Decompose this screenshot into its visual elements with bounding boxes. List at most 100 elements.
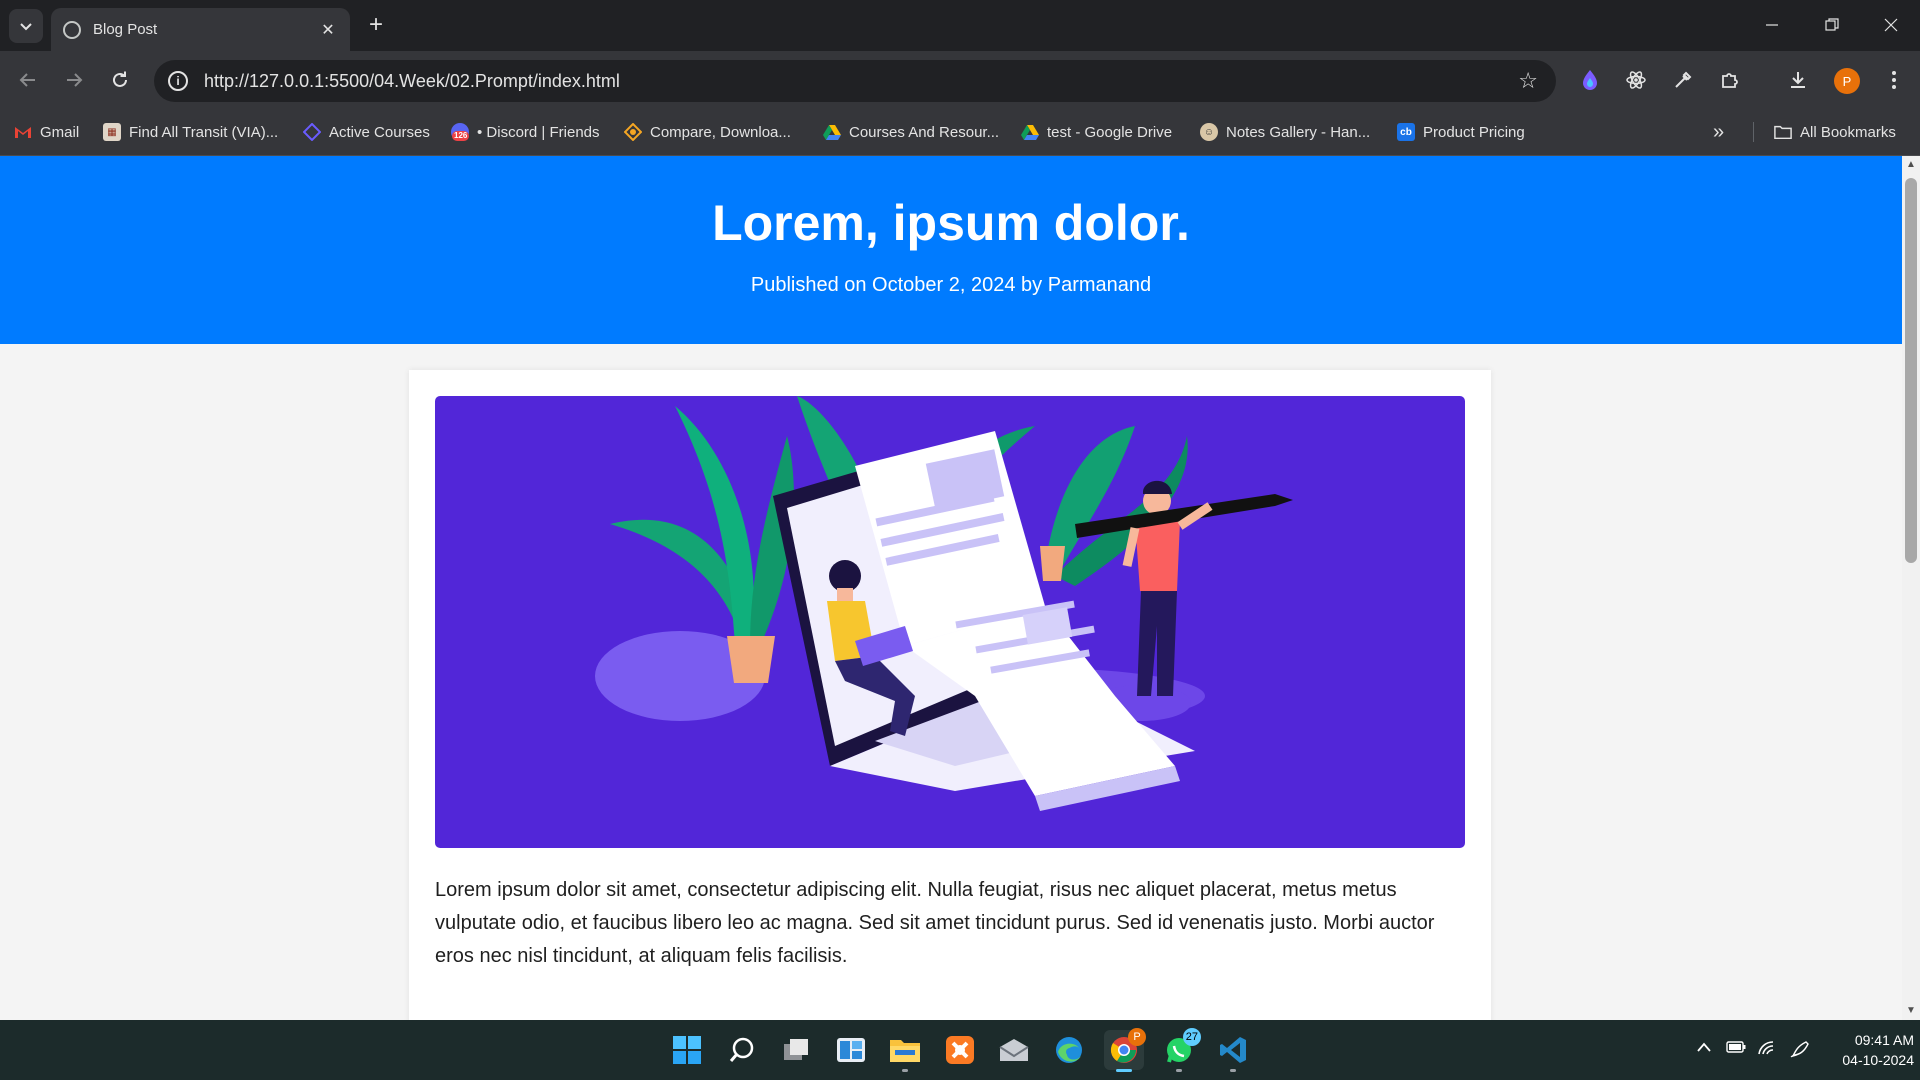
bookmark-courses-resources[interactable]: Courses And Resour... <box>823 119 999 145</box>
all-bookmarks-button[interactable]: All Bookmarks <box>1774 119 1896 145</box>
bookmark-label: Product Pricing <box>1423 123 1525 141</box>
page-scrollbar[interactable]: ▲ ▼ <box>1902 156 1920 1020</box>
site-info-icon[interactable]: i <box>168 71 188 91</box>
page-header: Lorem, ipsum dolor. Published on October… <box>0 156 1902 344</box>
chevron-down-icon <box>20 23 32 31</box>
mail-icon[interactable] <box>994 1030 1034 1070</box>
browser-menu-icon[interactable] <box>1878 64 1910 96</box>
back-button[interactable] <box>11 63 45 97</box>
globe-icon <box>63 20 81 39</box>
download-icon[interactable] <box>1782 64 1814 96</box>
restore-button[interactable] <box>1809 9 1855 41</box>
bookmark-label: Active Courses <box>329 123 430 141</box>
running-indicator <box>1230 1069 1236 1072</box>
clock-date: 04-10-2024 <box>1842 1052 1914 1068</box>
xampp-icon[interactable] <box>940 1030 980 1070</box>
eyedropper-icon[interactable] <box>1667 64 1699 96</box>
react-devtools-icon[interactable] <box>1620 64 1652 96</box>
compare-icon <box>624 123 642 141</box>
chrome-profile-badge: P <box>1128 1028 1146 1046</box>
file-explorer-icon[interactable] <box>885 1030 925 1072</box>
bookmark-gmail[interactable]: Gmail <box>14 119 79 145</box>
battery-icon[interactable] <box>1726 1040 1746 1058</box>
bookmark-label: Notes Gallery - Han... <box>1226 123 1371 141</box>
profile-avatar[interactable]: P <box>1834 68 1860 94</box>
close-window-button[interactable] <box>1868 9 1914 41</box>
running-indicator <box>902 1069 908 1072</box>
transit-icon: ▦ <box>103 123 121 141</box>
active-indicator <box>1116 1069 1132 1072</box>
chrome-browser-icon[interactable]: P <box>1104 1028 1146 1072</box>
tab-blog-post[interactable]: Blog Post ✕ <box>51 8 350 51</box>
pen-icon[interactable] <box>1790 1040 1810 1063</box>
discord-icon: 126 <box>451 123 470 141</box>
system-clock[interactable]: 09:41 AM 04-10-2024 <box>1818 1030 1914 1070</box>
running-indicator <box>1176 1069 1182 1072</box>
scrollbar-thumb[interactable] <box>1905 178 1917 563</box>
whatsapp-unread-badge: 27 <box>1182 1028 1201 1046</box>
reload-button[interactable] <box>103 63 137 97</box>
bookmark-product-pricing[interactable]: cb Product Pricing <box>1397 119 1525 145</box>
tray-overflow-icon[interactable] <box>1696 1040 1712 1058</box>
reload-icon <box>113 71 127 87</box>
url-text[interactable]: http://127.0.0.1:5500/04.Week/02.Prompt/… <box>204 71 1518 92</box>
search-icon[interactable] <box>722 1030 762 1070</box>
bookmark-label: Courses And Resour... <box>849 123 1000 141</box>
bookmark-star-icon[interactable]: ☆ <box>1518 68 1538 94</box>
restore-icon <box>1825 18 1839 31</box>
page-title: Lorem, ipsum dolor. <box>712 195 1190 251</box>
bookmarks-separator <box>1753 122 1754 142</box>
windows-taskbar: P 27 09:41 AM 04-10-2024 <box>0 1020 1920 1080</box>
bookmark-label: Compare, Downloa... <box>650 123 791 141</box>
article-card: Lorem ipsum dolor sit amet, consectetur … <box>409 370 1491 1020</box>
windows-start-icon[interactable] <box>667 1030 707 1070</box>
edge-browser-icon[interactable] <box>1049 1030 1089 1070</box>
minimize-icon <box>1766 24 1778 26</box>
notes-icon: ☺ <box>1200 123 1218 141</box>
ai-extension-icon[interactable] <box>1574 64 1606 96</box>
post-meta: Published on October 2, 2024 by Parmanan… <box>750 274 1152 296</box>
bookmark-label: • Discord | Friends <box>477 123 600 141</box>
tab-search-button[interactable] <box>9 9 43 43</box>
forward-button[interactable] <box>57 63 91 97</box>
discord-badge: 126 <box>452 131 470 141</box>
folder-icon <box>1774 123 1792 141</box>
bookmark-transit[interactable]: ▦ Find All Transit (VIA)... <box>103 119 278 145</box>
article-body: Lorem ipsum dolor sit amet, consectetur … <box>435 879 1435 967</box>
title-bar: Blog Post ✕ + <box>0 0 1920 51</box>
bookmark-notes-gallery[interactable]: ☺ Notes Gallery - Han... <box>1200 119 1370 145</box>
bookmarks-bar: Gmail ▦ Find All Transit (VIA)... Active… <box>0 110 1920 156</box>
whatsapp-icon[interactable]: 27 <box>1159 1028 1201 1072</box>
pricing-icon: cb <box>1397 123 1415 141</box>
bookmark-label: Gmail <box>40 123 80 141</box>
bookmark-test-drive[interactable]: test - Google Drive <box>1021 119 1172 145</box>
gmail-icon <box>14 123 32 141</box>
all-bookmarks-label: All Bookmarks <box>1800 123 1896 141</box>
page-viewport: Lorem, ipsum dolor. Published on October… <box>0 156 1920 1020</box>
google-drive-icon <box>823 123 841 141</box>
address-bar[interactable]: i http://127.0.0.1:5500/04.Week/02.Promp… <box>154 60 1556 102</box>
bookmark-compare[interactable]: Compare, Downloa... <box>624 119 791 145</box>
vscode-icon[interactable] <box>1213 1030 1253 1072</box>
scroll-down-arrow-icon[interactable]: ▼ <box>1902 1002 1920 1020</box>
google-drive-icon <box>1021 123 1039 141</box>
close-icon <box>1884 18 1898 32</box>
close-tab-icon[interactable]: ✕ <box>318 20 338 40</box>
wifi-icon[interactable] <box>1757 1040 1777 1061</box>
extensions-puzzle-icon[interactable] <box>1714 64 1746 96</box>
task-view-icon[interactable] <box>776 1030 816 1070</box>
tab-title: Blog Post <box>93 21 158 38</box>
arrow-left-icon <box>19 73 35 87</box>
courses-icon <box>303 123 321 141</box>
bookmark-active-courses[interactable]: Active Courses <box>303 119 430 145</box>
blog-illustration <box>435 396 1465 848</box>
browser-toolbar: i http://127.0.0.1:5500/04.Week/02.Promp… <box>0 51 1920 142</box>
new-tab-button[interactable]: + <box>362 10 390 40</box>
widgets-icon[interactable] <box>831 1030 871 1070</box>
bookmarks-overflow-button[interactable]: » <box>1713 119 1724 145</box>
clock-time: 09:41 AM <box>1854 1032 1914 1048</box>
bookmark-discord[interactable]: 126 • Discord | Friends <box>451 119 600 145</box>
minimize-button[interactable] <box>1749 9 1795 41</box>
scroll-up-arrow-icon[interactable]: ▲ <box>1902 156 1920 174</box>
bookmark-label: test - Google Drive <box>1047 123 1173 141</box>
